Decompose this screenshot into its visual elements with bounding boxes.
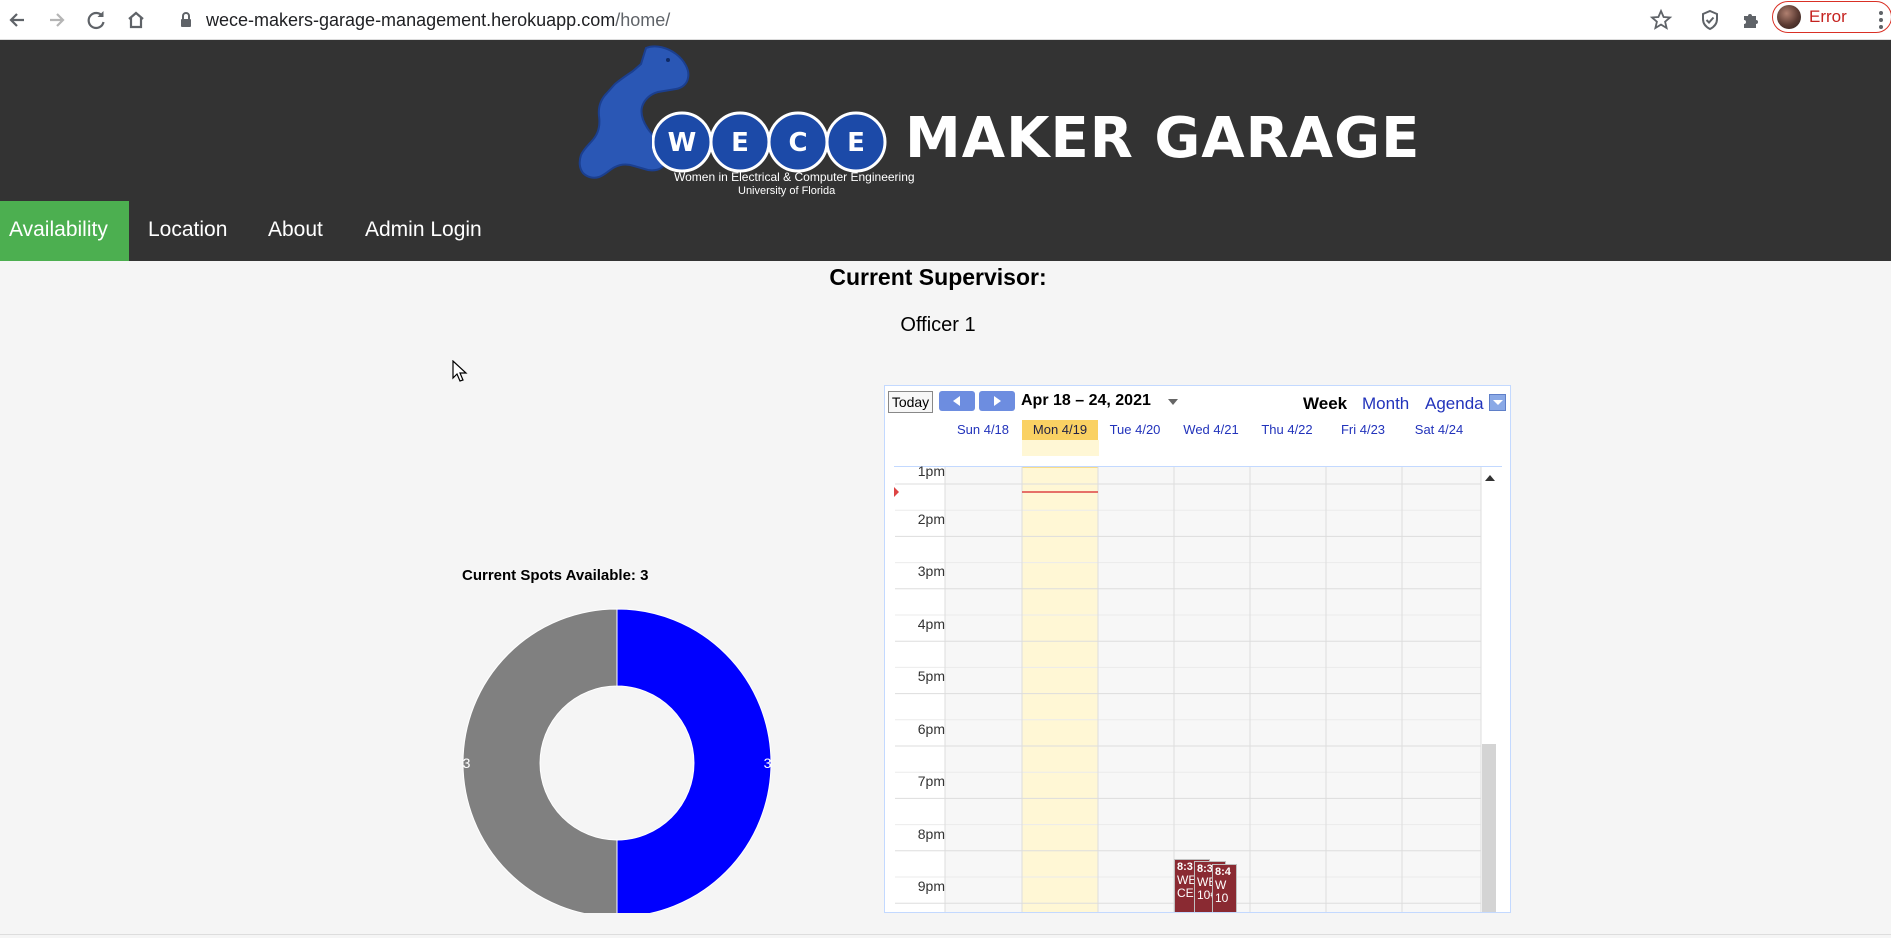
chart-title: Current Spots Available: 3 (462, 567, 649, 584)
calendar-scrollbar-thumb[interactable] (1482, 744, 1496, 912)
event-title: W 10 (1215, 878, 1229, 905)
day-header-tue[interactable]: Tue 4/20 (1097, 420, 1173, 440)
google-calendar-widget: Today Apr 18 – 24, 2021 Week Month Agend… (884, 385, 1511, 913)
bookmark-star-icon[interactable] (1645, 4, 1677, 36)
url-path: /home/ (615, 10, 671, 30)
donut-slice-label-1: 3 (463, 755, 471, 771)
time-label-6pm: 6pm (917, 721, 945, 737)
today-column (1021, 467, 1099, 912)
calendar-next-icon[interactable] (979, 391, 1015, 411)
logo-letter-e: E (731, 128, 749, 158)
day-header-sat[interactable]: Sat 4/24 (1401, 420, 1477, 440)
time-label-7pm: 7pm (917, 773, 945, 789)
supervisor-heading: Current Supervisor: (829, 264, 1047, 290)
address-bar[interactable]: wece-makers-garage-management.herokuapp.… (206, 4, 670, 36)
logo-letter-e2: E (847, 128, 865, 158)
calendar-view-week[interactable]: Week (1303, 394, 1347, 414)
profile-error-label: Error (1809, 7, 1847, 26)
time-label-1pm: 1pm (917, 463, 945, 479)
donut-slice-label-0: 3 (764, 755, 772, 771)
calendar-view-agenda[interactable]: Agenda (1425, 394, 1484, 414)
logo-subtitle: Women in Electrical & Computer Engineeri… (674, 170, 915, 184)
calendar-prev-icon[interactable] (939, 391, 975, 411)
shield-extension-icon[interactable] (1694, 4, 1726, 36)
today-allday-cell (1022, 440, 1099, 456)
supervisor-name: Officer 1 (900, 314, 976, 336)
calendar-view-month[interactable]: Month (1362, 394, 1409, 414)
nav-location[interactable]: Location (139, 201, 236, 261)
calendar-date-range[interactable]: Apr 18 – 24, 2021 (1021, 392, 1151, 410)
time-label-4pm: 4pm (917, 616, 945, 632)
browser-toolbar: wece-makers-garage-management.herokuapp.… (0, 0, 1891, 40)
kebab-menu-icon[interactable] (1872, 4, 1890, 36)
donut-slice-0[interactable] (616, 608, 772, 913)
logo-university: University of Florida (738, 185, 836, 197)
time-label-3pm: 3pm (917, 563, 945, 579)
donut-slice-1[interactable] (462, 608, 618, 913)
reload-icon[interactable] (80, 4, 112, 36)
logo-letter-circles: W E C E (652, 111, 887, 173)
calendar-time-grid (894, 467, 1482, 912)
time-label-9pm: 9pm (917, 878, 945, 894)
calendar-today-button[interactable]: Today (888, 391, 933, 413)
avatar (1777, 5, 1801, 29)
time-label-5pm: 5pm (917, 668, 945, 684)
nav-admin-login[interactable]: Admin Login (356, 201, 491, 261)
page-bottom-divider (0, 934, 1891, 935)
mouse-cursor-icon (452, 360, 468, 382)
logo-letter-w: W (668, 128, 697, 158)
home-icon[interactable] (120, 4, 152, 36)
calendar-event[interactable]: 8:4 W 10 (1212, 864, 1237, 912)
current-time-marker-icon (894, 487, 899, 497)
extensions-puzzle-icon[interactable] (1734, 4, 1766, 36)
calendar-scroll-up-icon[interactable] (1485, 475, 1495, 481)
calendar-menu-dropdown-icon[interactable] (1489, 394, 1506, 411)
time-label-2pm: 2pm (917, 511, 945, 527)
back-icon[interactable] (2, 4, 34, 36)
nav-about[interactable]: About (259, 201, 332, 261)
logo-title: MAKER GARAGE (905, 106, 1421, 171)
spots-donut-chart: 33 (462, 608, 772, 913)
day-header-thu[interactable]: Thu 4/22 (1249, 420, 1325, 440)
forward-icon[interactable] (40, 4, 72, 36)
logo-letter-c: C (788, 128, 807, 158)
date-range-dropdown-icon[interactable] (1168, 399, 1178, 405)
site-header: W E C E MAKER GARAGE Women in Electrical… (0, 40, 1891, 261)
nav-availability[interactable]: Availability (0, 201, 129, 261)
time-label-8pm: 8pm (917, 826, 945, 842)
url-domain: wece-makers-garage-management.herokuapp.… (206, 10, 616, 30)
day-header-fri[interactable]: Fri 4/23 (1325, 420, 1401, 440)
day-header-sun[interactable]: Sun 4/18 (945, 420, 1021, 440)
day-header-wed[interactable]: Wed 4/21 (1173, 420, 1249, 440)
lock-icon[interactable] (170, 4, 202, 36)
day-header-mon[interactable]: Mon 4/19 (1022, 420, 1098, 440)
